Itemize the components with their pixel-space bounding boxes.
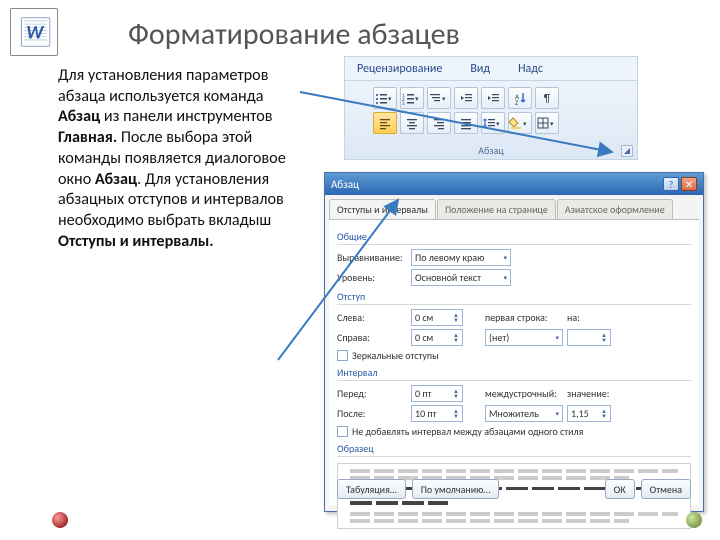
line-spacing-label: междустрочный:: [485, 387, 563, 400]
alignment-select[interactable]: По левому краю▾: [411, 249, 511, 266]
first-line-select[interactable]: (нет)▾: [485, 329, 563, 346]
ribbon-tab-review[interactable]: Рецензирование: [353, 60, 446, 78]
body-paragraph: Для установления параметров абзаца испол…: [58, 66, 304, 253]
ribbon-tab-view[interactable]: Вид: [466, 60, 494, 78]
first-line-label: первая строка:: [485, 311, 563, 324]
ribbon-tab-row: Рецензирование Вид Надс: [345, 57, 637, 81]
line-spacing-at-input[interactable]: 1,15▲▼: [567, 405, 611, 422]
text: из панели инструментов: [100, 107, 272, 126]
help-icon[interactable]: ?: [663, 177, 679, 191]
shading-button[interactable]: ▾: [508, 112, 532, 134]
line-spacing-at-label: значение:: [567, 387, 611, 400]
close-icon[interactable]: ✕: [681, 177, 697, 191]
indent-left-label: Слева:: [337, 311, 407, 324]
dialog-tabs: Отступы и интервалы Положение на страниц…: [325, 195, 703, 219]
paragraph-dialog: Абзац ? ✕ Отступы и интервалы Положение …: [324, 172, 704, 512]
prev-slide-dot[interactable]: [52, 512, 68, 528]
indent-right-input[interactable]: 0 см▲▼: [411, 329, 463, 346]
decrease-indent-button[interactable]: [454, 87, 478, 109]
section-general: Общие: [337, 230, 691, 245]
section-spacing: Интервал: [337, 366, 691, 381]
no-space-same-style-checkbox[interactable]: Не добавлять интервал между абзацами одн…: [337, 425, 691, 438]
mirror-indents-checkbox[interactable]: Зеркальные отступы: [337, 349, 691, 362]
svg-text:W: W: [26, 21, 45, 44]
ribbon-tab-addins[interactable]: Надс: [514, 60, 547, 78]
space-before-label: Перед:: [337, 387, 407, 400]
ribbon-fragment: Рецензирование Вид Надс ▾ 123▾ ▾ AZ ¶ ▾ …: [344, 56, 638, 160]
ok-button[interactable]: ОК: [605, 479, 635, 499]
kw-abzac1: Абзац: [58, 107, 100, 126]
sort-button[interactable]: AZ: [508, 87, 532, 109]
by-label: на:: [567, 311, 597, 324]
section-preview: Образец: [337, 442, 691, 457]
show-marks-button[interactable]: ¶: [535, 87, 559, 109]
indent-left-input[interactable]: 0 см▲▼: [411, 309, 463, 326]
bullets-button[interactable]: ▾: [373, 87, 397, 109]
multilevel-list-button[interactable]: ▾: [427, 87, 451, 109]
tab-line-breaks[interactable]: Положение на странице: [437, 199, 556, 219]
increase-indent-button[interactable]: [481, 87, 505, 109]
kw-tab: Отступы и интервалы.: [58, 232, 214, 251]
kw-main: Главная.: [58, 128, 117, 147]
align-center-button[interactable]: [400, 112, 424, 134]
text: Для установления параметров абзаца испол…: [58, 66, 268, 106]
line-spacing-button[interactable]: ▾: [481, 112, 505, 134]
outline-level-label: Уровень:: [337, 271, 407, 284]
word-logo-icon: W: [15, 13, 53, 51]
first-line-by-input[interactable]: ▲▼: [567, 329, 611, 346]
svg-text:3: 3: [402, 101, 405, 105]
dialog-body: Общие Выравнивание: По левому краю▾ Уров…: [329, 219, 699, 505]
dialog-launcher-icon[interactable]: ◢: [621, 145, 633, 157]
justify-button[interactable]: [454, 112, 478, 134]
tab-indents-spacing[interactable]: Отступы и интервалы: [329, 199, 436, 219]
indent-right-label: Справа:: [337, 331, 407, 344]
numbering-button[interactable]: 123▾: [400, 87, 424, 109]
alignment-label: Выравнивание:: [337, 251, 407, 264]
space-before-input[interactable]: 0 пт▲▼: [411, 385, 463, 402]
outline-level-select[interactable]: Основной текст▾: [411, 269, 511, 286]
tabs-button[interactable]: Табуляция…: [337, 479, 406, 499]
section-indent: Отступ: [337, 290, 691, 305]
tab-asian[interactable]: Азиатское оформление: [557, 199, 673, 219]
align-left-button[interactable]: [373, 112, 397, 134]
page-title: Форматирование абзацев: [128, 16, 460, 53]
word-app-icon: W: [10, 8, 58, 56]
ribbon-group-paragraph: ▾ 123▾ ▾ AZ ¶ ▾ ▾ ▾ Абзац ◢: [345, 81, 637, 159]
kw-abzac2: Абзац: [95, 170, 137, 189]
line-spacing-select[interactable]: Множитель▾: [485, 405, 563, 422]
align-right-button[interactable]: [427, 112, 451, 134]
next-slide-dot[interactable]: [686, 512, 702, 528]
cancel-button[interactable]: Отмена: [641, 479, 691, 499]
space-after-input[interactable]: 10 пт▲▼: [411, 405, 463, 422]
space-after-label: После:: [337, 407, 407, 420]
borders-button[interactable]: ▾: [535, 112, 559, 134]
ribbon-group-label: Абзац: [345, 144, 637, 157]
default-button[interactable]: По умолчанию…: [412, 479, 500, 499]
dialog-titlebar: Абзац ? ✕: [325, 173, 703, 195]
dialog-title: Абзац: [331, 178, 359, 191]
